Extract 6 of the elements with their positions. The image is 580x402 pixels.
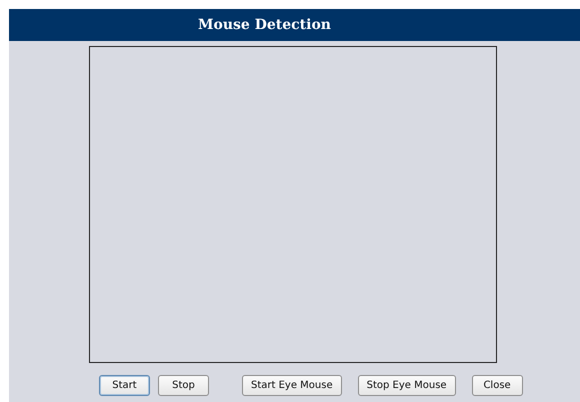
button[interactable]: Stop	[158, 375, 209, 396]
button[interactable]: Start	[99, 375, 150, 396]
window-title: Mouse Detection	[198, 17, 331, 33]
button[interactable]: Start Eye Mouse	[242, 375, 342, 396]
button[interactable]: Stop Eye Mouse	[358, 375, 456, 396]
button[interactable]: Close	[472, 375, 523, 396]
